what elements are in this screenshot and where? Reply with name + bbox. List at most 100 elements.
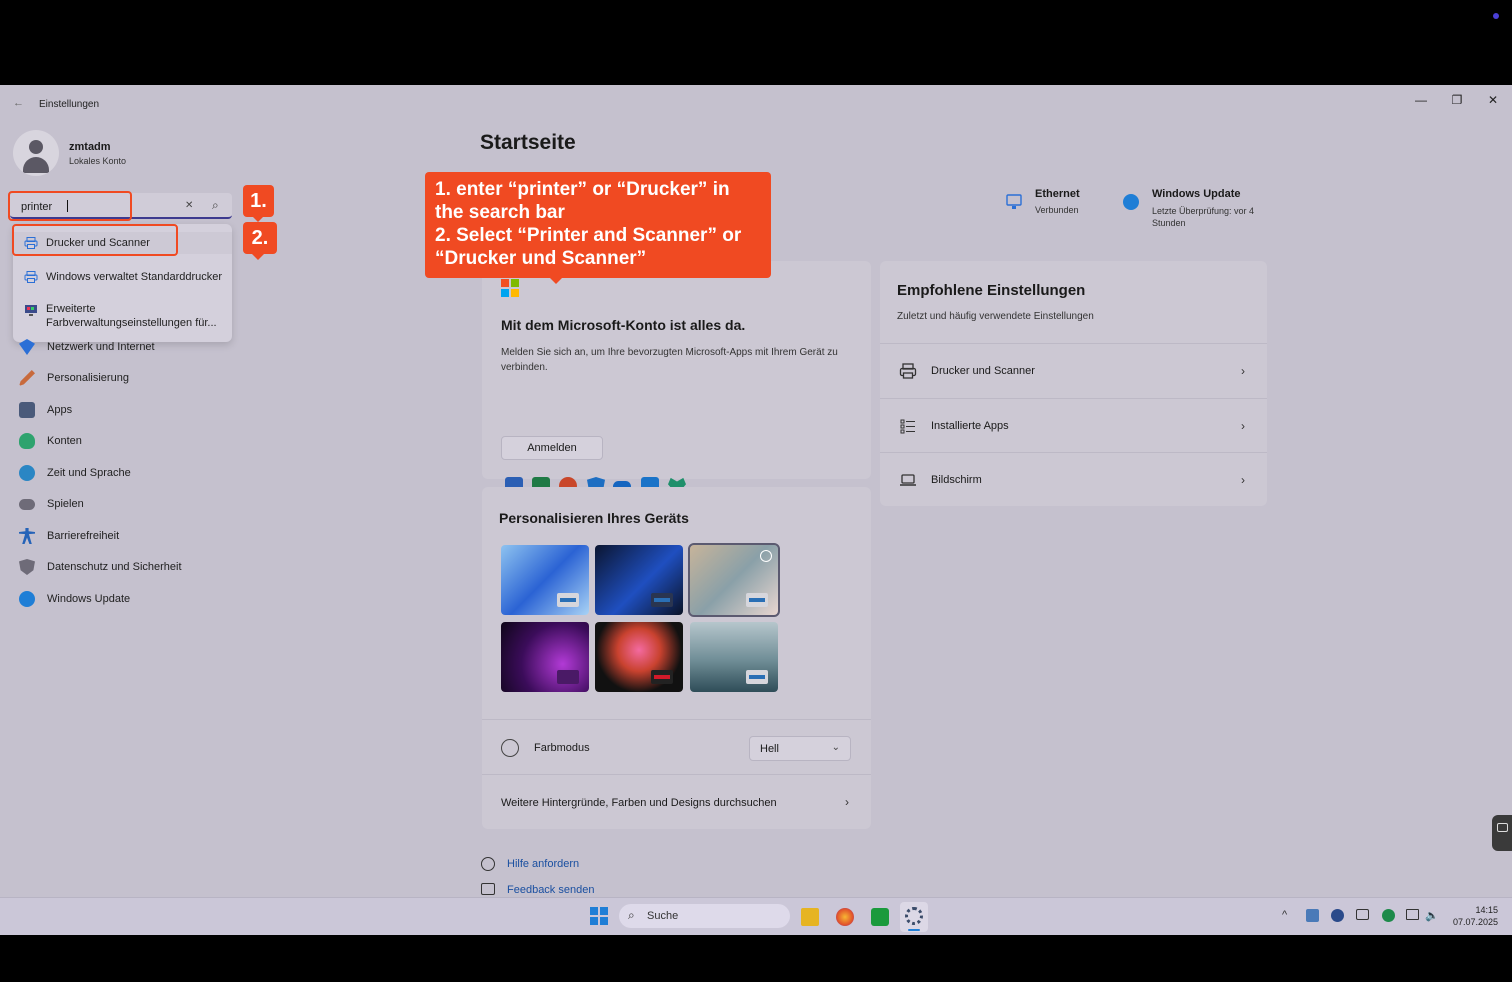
sidebar-item-apps[interactable]: Apps bbox=[19, 399, 72, 421]
clock[interactable]: 14:15 07.07.2025 bbox=[1452, 904, 1498, 928]
tray-app-icon[interactable] bbox=[1331, 909, 1344, 922]
printer-icon bbox=[24, 271, 38, 283]
chevron-right-icon: › bbox=[1241, 472, 1245, 487]
shield-icon bbox=[19, 559, 35, 575]
widget-icon bbox=[1497, 823, 1508, 832]
ethernet-icon bbox=[1006, 194, 1022, 209]
sidebar-item-label: Datenschutz und Sicherheit bbox=[47, 561, 182, 573]
sidebar-item-personalization[interactable]: Personalisierung bbox=[19, 367, 129, 389]
sidebar-item-privacy[interactable]: Datenschutz und Sicherheit bbox=[19, 556, 182, 578]
ms-account-title: Mit dem Microsoft-Konto ist alles da. bbox=[501, 317, 746, 333]
settings-taskbar-button[interactable] bbox=[900, 902, 928, 932]
result-highlight-box bbox=[12, 224, 178, 256]
color-mode-label: Farbmodus bbox=[534, 742, 590, 754]
maximize-button[interactable]: ❐ bbox=[1442, 89, 1472, 111]
recommended-item-label: Bildschirm bbox=[931, 473, 982, 486]
search-highlight-box bbox=[8, 191, 132, 221]
theme-thumbnail[interactable] bbox=[501, 545, 589, 615]
color-management-icon bbox=[25, 305, 37, 316]
theme-thumbnail[interactable] bbox=[688, 543, 780, 617]
recording-indicator-icon bbox=[1493, 13, 1499, 19]
search-result-item[interactable]: Windows verwaltet Standarddrucker bbox=[13, 266, 232, 288]
file-explorer-icon[interactable] bbox=[801, 908, 819, 926]
theme-thumbnail[interactable] bbox=[595, 622, 683, 692]
start-button[interactable] bbox=[590, 907, 608, 925]
sidebar-item-label: Netzwerk und Internet bbox=[47, 341, 155, 353]
avatar[interactable] bbox=[13, 130, 59, 176]
user-account-type: Lokales Konto bbox=[69, 156, 127, 166]
recommended-item-printers[interactable]: Drucker und Scanner › bbox=[880, 343, 1267, 397]
search-icon: ⌕ bbox=[628, 908, 635, 922]
selected-check-icon bbox=[760, 550, 772, 562]
divider bbox=[482, 719, 871, 720]
screen: ← Einstellungen — ❐ ✕ zmtadm Lokales Kon… bbox=[0, 0, 1512, 982]
sidebar-item-label: Windows Update bbox=[47, 593, 131, 605]
update-icon bbox=[19, 591, 35, 607]
browse-themes-row[interactable]: Weitere Hintergründe, Farben und Designs… bbox=[482, 775, 871, 829]
search-result-label: Windows verwaltet Standarddrucker bbox=[46, 271, 223, 283]
theme-thumbnail[interactable] bbox=[501, 622, 589, 692]
tray-security-icon[interactable] bbox=[1382, 909, 1395, 922]
printer-icon bbox=[899, 362, 917, 379]
feedback-link[interactable]: Feedback senden bbox=[507, 884, 594, 896]
volume-icon[interactable]: 🔈 bbox=[1425, 909, 1439, 922]
clear-icon[interactable]: ✕ bbox=[185, 200, 193, 211]
sidebar-item-label: Spielen bbox=[47, 498, 84, 510]
help-icon bbox=[481, 857, 495, 871]
chevron-right-icon: › bbox=[1241, 418, 1245, 433]
recommended-item-label: Installierte Apps bbox=[931, 419, 1009, 432]
color-mode-select[interactable]: Hell ⌄ bbox=[749, 736, 851, 761]
clock-time: 14:15 bbox=[1475, 905, 1498, 915]
theme-thumbnail[interactable] bbox=[690, 622, 778, 692]
network-icon[interactable] bbox=[1406, 909, 1419, 920]
sidebar-item-accessibility[interactable]: Barrierefreiheit bbox=[19, 525, 119, 547]
search-result-item[interactable]: Erweiterte Farbverwaltungseinstellungen … bbox=[13, 302, 232, 336]
chevron-right-icon: › bbox=[1241, 363, 1245, 378]
user-name: zmtadm bbox=[69, 141, 111, 153]
ethernet-status: Verbunden bbox=[1035, 205, 1079, 215]
tray-app-icon[interactable] bbox=[1306, 909, 1319, 922]
accessibility-icon bbox=[19, 528, 35, 544]
sidebar-item-label: Zeit und Sprache bbox=[47, 467, 131, 479]
taskbar-search-placeholder: Suche bbox=[647, 910, 679, 922]
ethernet-title: Ethernet bbox=[1035, 188, 1080, 200]
back-arrow-icon[interactable]: ← bbox=[13, 97, 24, 109]
app-icon[interactable] bbox=[871, 908, 889, 926]
search-icon[interactable]: ⌕ bbox=[212, 198, 219, 213]
sign-in-button[interactable]: Anmelden bbox=[501, 436, 603, 460]
floating-widget[interactable] bbox=[1492, 815, 1512, 851]
account-icon bbox=[19, 433, 35, 449]
sidebar-item-accounts[interactable]: Konten bbox=[19, 430, 82, 452]
network-icon bbox=[19, 339, 35, 355]
firefox-icon[interactable] bbox=[836, 908, 854, 926]
close-button[interactable]: ✕ bbox=[1478, 89, 1508, 111]
chevron-down-icon: ⌄ bbox=[831, 742, 840, 753]
sidebar-item-label: Personalisierung bbox=[47, 372, 129, 384]
windows-update-icon bbox=[1123, 194, 1139, 210]
active-indicator bbox=[908, 929, 920, 931]
callout-pointer bbox=[549, 277, 563, 284]
tray-app-icon[interactable] bbox=[1356, 909, 1369, 920]
microsoft-logo-icon bbox=[501, 279, 519, 297]
sidebar-item-windows-update[interactable]: Windows Update bbox=[19, 588, 130, 610]
gear-icon bbox=[905, 907, 923, 925]
sidebar-item-time-language[interactable]: Zeit und Sprache bbox=[19, 462, 131, 484]
recommended-item-display[interactable]: Bildschirm › bbox=[880, 452, 1267, 506]
recommended-title: Empfohlene Einstellungen bbox=[897, 282, 1086, 299]
recommended-item-installed-apps[interactable]: Installierte Apps › bbox=[880, 398, 1267, 452]
theme-thumbnail[interactable] bbox=[595, 545, 683, 615]
instruction-callout: 1. enter “printer” or “Drucker” in the s… bbox=[425, 172, 771, 278]
taskbar-search[interactable]: ⌕ Suche bbox=[619, 904, 790, 928]
sidebar-item-gaming[interactable]: Spielen bbox=[19, 493, 84, 515]
chevron-up-icon[interactable]: ^ bbox=[1282, 909, 1287, 921]
sidebar-item-label: Konten bbox=[47, 435, 82, 447]
minimize-button[interactable]: — bbox=[1406, 89, 1436, 111]
recommended-subtitle: Zuletzt und häufig verwendete Einstellun… bbox=[897, 311, 1094, 322]
sidebar-item-network[interactable]: Netzwerk und Internet bbox=[19, 336, 155, 358]
clock-date: 07.07.2025 bbox=[1452, 917, 1498, 927]
page-title: Startseite bbox=[480, 131, 576, 154]
windows-update-title[interactable]: Windows Update bbox=[1152, 188, 1241, 200]
personalize-title: Personalisieren Ihres Geräts bbox=[499, 510, 689, 526]
help-link[interactable]: Hilfe anfordern bbox=[507, 858, 579, 870]
window-title: Einstellungen bbox=[39, 99, 100, 110]
